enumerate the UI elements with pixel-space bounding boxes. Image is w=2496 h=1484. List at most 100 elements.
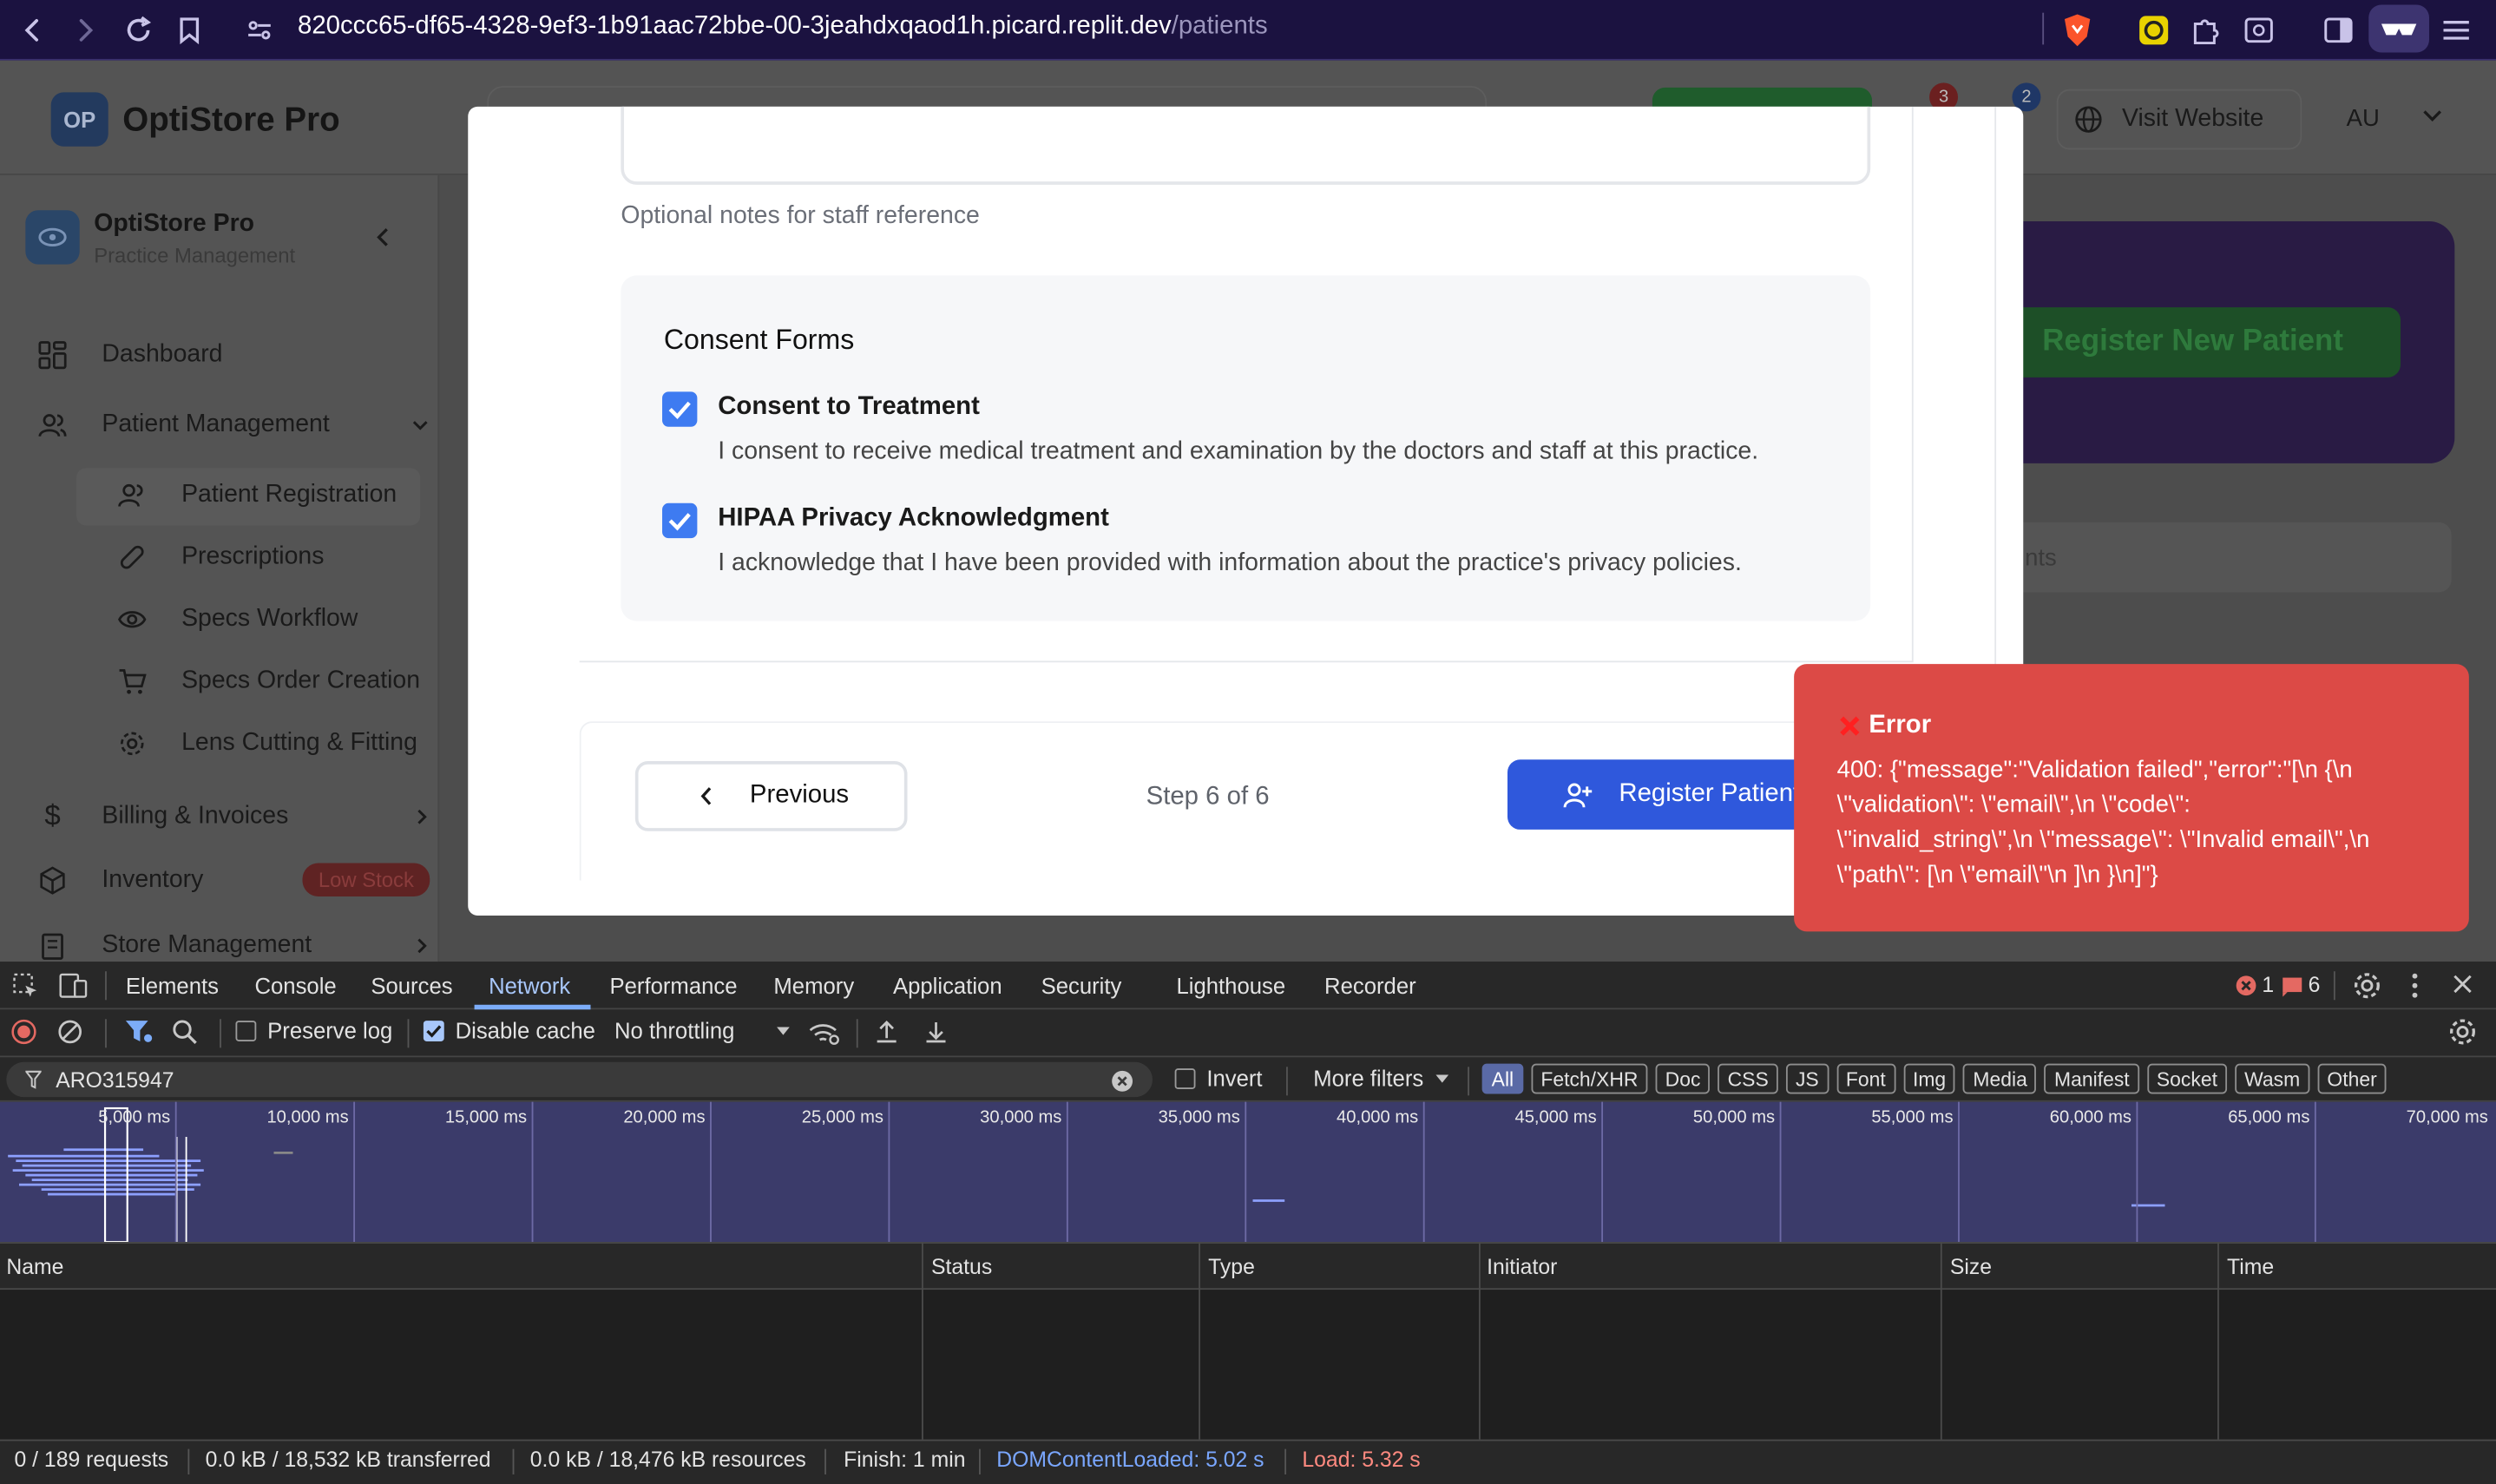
close-devtools-icon[interactable] bbox=[2452, 973, 2474, 995]
type-filter-wasm[interactable]: Wasm bbox=[2235, 1063, 2310, 1094]
status-resources: 0.0 kB / 18,476 kB resources bbox=[529, 1447, 806, 1472]
site-info-icon[interactable] bbox=[239, 10, 280, 51]
import-har-icon[interactable] bbox=[874, 1019, 899, 1044]
type-filter-socket[interactable]: Socket bbox=[2146, 1063, 2227, 1094]
type-filter-doc[interactable]: Doc bbox=[1655, 1063, 1711, 1094]
register-patient-button[interactable]: Register Patient bbox=[1507, 759, 1826, 830]
sidebar-item-specs-workflow[interactable]: Specs Workflow bbox=[118, 605, 358, 634]
column-divider[interactable] bbox=[1478, 1242, 1481, 1440]
error-counter[interactable]: 1 bbox=[2235, 973, 2274, 997]
gear-icon bbox=[118, 729, 147, 758]
clear-icon[interactable] bbox=[57, 1019, 82, 1044]
tab-memory[interactable]: Memory bbox=[773, 962, 854, 1009]
settings-gear-icon[interactable] bbox=[2353, 971, 2381, 1000]
tab-console[interactable]: Console bbox=[254, 962, 336, 1009]
column-divider[interactable] bbox=[1940, 1242, 1942, 1440]
consent-treatment-checkbox[interactable] bbox=[662, 391, 698, 427]
type-filter-other[interactable]: Other bbox=[2317, 1063, 2387, 1094]
type-filter-fetch-xhr[interactable]: Fetch/XHR bbox=[1531, 1063, 1648, 1094]
address-bar[interactable]: 820ccc65-df65-4328-9ef3-1b91aac72bbe-00-… bbox=[298, 3, 2128, 51]
tab-application[interactable]: Application bbox=[893, 962, 1002, 1009]
more-filters-dropdown[interactable]: More filters bbox=[1313, 1065, 1450, 1091]
search-page-icon[interactable] bbox=[2238, 10, 2280, 51]
device-toolbar-icon[interactable] bbox=[59, 973, 88, 998]
timeline-tick: 35,000 ms bbox=[1158, 1108, 1240, 1128]
column-size[interactable]: Size bbox=[1950, 1255, 1992, 1279]
brave-shield-icon[interactable] bbox=[2057, 10, 2099, 51]
sidebar-item-store-management[interactable]: Store Management bbox=[38, 931, 430, 960]
disable-cache-checkbox[interactable] bbox=[423, 1021, 444, 1041]
column-status[interactable]: Status bbox=[931, 1255, 992, 1279]
store-icon bbox=[38, 931, 67, 960]
more-options-icon[interactable] bbox=[2410, 971, 2420, 1000]
throttling-select[interactable]: No throttling bbox=[614, 1017, 791, 1043]
column-divider[interactable] bbox=[922, 1242, 923, 1440]
reader-mode-icon[interactable] bbox=[2368, 4, 2429, 53]
menu-icon[interactable] bbox=[2435, 10, 2477, 51]
visit-website-button[interactable]: Visit Website bbox=[2056, 89, 2302, 150]
clear-filter-icon[interactable] bbox=[1111, 1070, 1133, 1093]
column-time[interactable]: Time bbox=[2227, 1255, 2274, 1279]
network-settings-icon[interactable] bbox=[2448, 1017, 2477, 1046]
sidebar-item-billing[interactable]: $ Billing & Invoices bbox=[38, 799, 430, 833]
timeline-tick: 25,000 ms bbox=[801, 1108, 883, 1128]
sidebar-icon[interactable] bbox=[2318, 10, 2360, 51]
sidebar-item-specs-order-creation[interactable]: Specs Order Creation bbox=[118, 667, 420, 696]
reload-icon[interactable] bbox=[118, 10, 160, 51]
sidebar-item-lens-cutting[interactable]: Lens Cutting & Fitting bbox=[118, 729, 420, 758]
search-icon[interactable] bbox=[172, 1019, 197, 1044]
puzzle-icon[interactable] bbox=[2184, 10, 2226, 51]
hipaa-checkbox[interactable] bbox=[662, 502, 698, 539]
export-har-icon[interactable] bbox=[923, 1019, 949, 1044]
type-filter-media[interactable]: Media bbox=[1963, 1063, 2037, 1094]
flag-icon bbox=[2281, 974, 2303, 996]
column-name[interactable]: Name bbox=[6, 1255, 63, 1279]
previous-button[interactable]: Previous bbox=[634, 761, 908, 831]
sidebar-item-inventory[interactable]: Inventory Low Stock bbox=[38, 863, 430, 896]
issues-counter[interactable]: 6 bbox=[2281, 973, 2320, 997]
preserve-log-checkbox[interactable] bbox=[235, 1021, 257, 1041]
error-toast[interactable]: Error 400: {"message":"Validation failed… bbox=[1794, 664, 2469, 932]
tab-elements[interactable]: Elements bbox=[126, 962, 219, 1009]
type-filter-img[interactable]: Img bbox=[1902, 1063, 1956, 1094]
notes-textarea[interactable] bbox=[621, 106, 1871, 185]
user-initials[interactable]: AU bbox=[2347, 105, 2380, 132]
sidebar-item-dashboard[interactable]: Dashboard bbox=[38, 341, 222, 370]
register-new-patient-button[interactable]: Register New Patient bbox=[2008, 307, 2401, 378]
type-filter-css[interactable]: CSS bbox=[1718, 1063, 1778, 1094]
forward-icon[interactable] bbox=[63, 10, 105, 51]
column-divider[interactable] bbox=[2217, 1242, 2219, 1440]
sidebar-collapse-icon[interactable] bbox=[372, 227, 391, 249]
dropdown-arrow-icon bbox=[776, 1024, 791, 1037]
tab-network[interactable]: Network bbox=[489, 962, 570, 1009]
sidebar-item-prescriptions[interactable]: Prescriptions bbox=[118, 543, 324, 572]
filter-input[interactable]: ARO315947 bbox=[6, 1061, 1153, 1098]
filter-icon[interactable] bbox=[124, 1019, 153, 1044]
timeline-tick: 50,000 ms bbox=[1692, 1108, 1776, 1128]
inspect-element-icon[interactable] bbox=[13, 973, 38, 998]
invert-checkbox[interactable] bbox=[1174, 1068, 1196, 1090]
column-initiator[interactable]: Initiator bbox=[1487, 1255, 1557, 1279]
tab-recorder[interactable]: Recorder bbox=[1324, 962, 1416, 1009]
type-filter-all[interactable]: All bbox=[1481, 1063, 1524, 1094]
column-divider[interactable] bbox=[1199, 1242, 1200, 1440]
tab-lighthouse[interactable]: Lighthouse bbox=[1176, 962, 1285, 1009]
tab-sources[interactable]: Sources bbox=[371, 962, 452, 1009]
back-icon[interactable] bbox=[13, 10, 55, 51]
user-menu-chevron-icon[interactable] bbox=[2421, 108, 2444, 124]
sidebar-item-patient-management[interactable]: Patient Management bbox=[38, 410, 430, 439]
sidebar-item-patient-registration[interactable]: Patient Registration bbox=[118, 481, 397, 509]
background-search-field[interactable]: nts bbox=[1958, 522, 2452, 593]
tab-performance[interactable]: Performance bbox=[609, 962, 737, 1009]
record-icon[interactable] bbox=[11, 1019, 36, 1045]
network-conditions-icon[interactable] bbox=[809, 1021, 841, 1046]
tab-security[interactable]: Security bbox=[1041, 962, 1122, 1009]
type-filter-font[interactable]: Font bbox=[1836, 1063, 1895, 1094]
extension-icon[interactable] bbox=[2133, 10, 2175, 51]
type-filter-js[interactable]: JS bbox=[1785, 1063, 1829, 1094]
type-filter-manifest[interactable]: Manifest bbox=[2045, 1063, 2139, 1094]
user-plus-icon bbox=[1561, 780, 1593, 809]
bookmark-icon[interactable] bbox=[168, 10, 210, 51]
column-type[interactable]: Type bbox=[1208, 1255, 1255, 1279]
check-icon bbox=[426, 1025, 442, 1038]
